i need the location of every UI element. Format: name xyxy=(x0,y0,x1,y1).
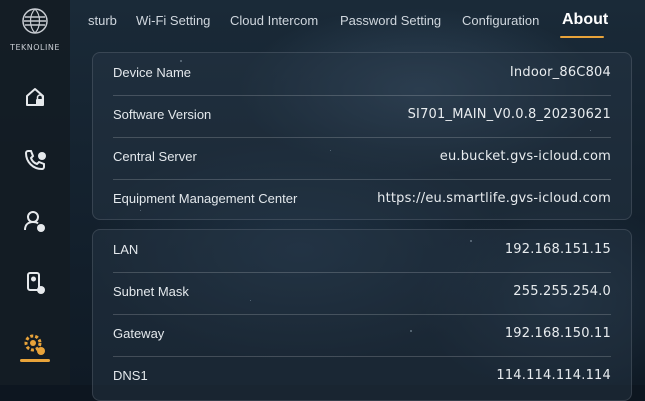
tab-cloud-intercom[interactable]: Cloud Intercom xyxy=(230,13,318,28)
tab-do-not-disturb[interactable]: sturb xyxy=(88,13,117,28)
subnet-mask-value: 255.255.254.0 xyxy=(513,284,611,299)
software-version-label: Software Version xyxy=(113,107,212,122)
lan-row: LAN 192.168.151.15 xyxy=(113,230,611,273)
tab-wifi-setting[interactable]: Wi-Fi Setting xyxy=(136,13,210,28)
management-center-value: https://eu.smartlife.gvs-icloud.com xyxy=(377,191,611,206)
gateway-value: 192.168.150.11 xyxy=(504,326,611,341)
management-center-row: Equipment Management Center https://eu.s… xyxy=(113,179,611,221)
lan-label: LAN xyxy=(113,242,139,257)
phone-call-icon xyxy=(24,150,46,171)
tab-password-setting[interactable]: Password Setting xyxy=(340,13,441,28)
sidebar-item-contacts[interactable] xyxy=(18,266,52,300)
software-version-value: SI701_MAIN_V0.0.8_20230621 xyxy=(407,107,611,122)
gateway-row: Gateway 192.168.150.11 xyxy=(113,314,611,357)
sidebar-item-settings[interactable] xyxy=(18,328,52,362)
dns1-value: 114.114.114.114 xyxy=(496,368,611,383)
sidebar-item-calls[interactable] xyxy=(18,142,52,176)
network-info-panel: LAN 192.168.151.15 Subnet Mask 255.255.2… xyxy=(92,229,632,401)
brand-logo: TEKNOLINE xyxy=(10,6,60,54)
sidebar: TEKNOLINE xyxy=(0,0,70,385)
subnet-mask-row: Subnet Mask 255.255.254.0 xyxy=(113,272,611,315)
central-server-label: Central Server xyxy=(113,149,197,164)
lan-value: 192.168.151.15 xyxy=(504,242,611,257)
software-version-row: Software Version SI701_MAIN_V0.0.8_20230… xyxy=(113,95,611,138)
contact-card-icon xyxy=(27,272,45,294)
tab-configuration[interactable]: Configuration xyxy=(462,13,539,28)
device-info-panel: Device Name Indoor_86C804 Software Versi… xyxy=(92,52,632,220)
device-name-value: Indoor_86C804 xyxy=(509,65,611,80)
gateway-label: Gateway xyxy=(113,326,165,341)
subnet-mask-label: Subnet Mask xyxy=(113,284,189,299)
tab-about[interactable]: About xyxy=(562,11,608,29)
device-name-row: Device Name Indoor_86C804 xyxy=(113,53,611,96)
device-name-label: Device Name xyxy=(113,65,192,80)
top-tab-bar: sturb Wi-Fi Setting Cloud Intercom Passw… xyxy=(70,0,645,44)
tab-active-indicator xyxy=(560,36,604,38)
user-settings-icon xyxy=(24,211,45,232)
settings-gear-icon xyxy=(24,334,45,355)
central-server-row: Central Server eu.bucket.gvs-icloud.com xyxy=(113,137,611,180)
brand-logo-text: TEKNOLINE xyxy=(10,43,60,52)
globe-logo-icon xyxy=(22,8,48,34)
central-server-value: eu.bucket.gvs-icloud.com xyxy=(439,149,611,164)
sidebar-item-home[interactable] xyxy=(18,80,52,114)
sidebar-item-users[interactable] xyxy=(18,204,52,238)
home-lock-icon xyxy=(26,88,44,106)
sidebar-active-indicator xyxy=(20,359,50,362)
management-center-label: Equipment Management Center xyxy=(113,191,298,206)
dns1-row: DNS1 114.114.114.114 xyxy=(113,356,611,398)
dns1-label: DNS1 xyxy=(113,368,148,383)
